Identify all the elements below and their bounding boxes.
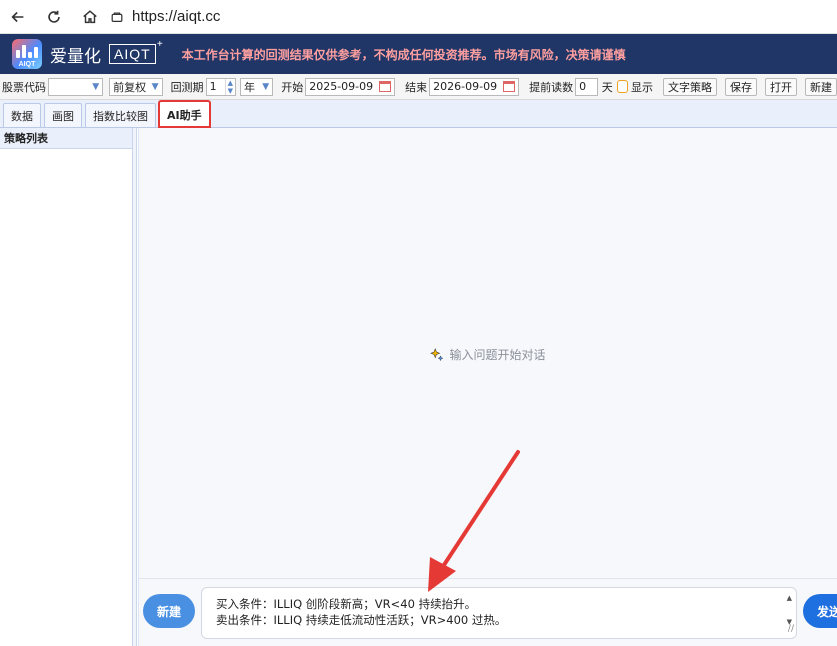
back-arrow-icon	[11, 11, 24, 22]
show-label: 显示	[631, 80, 653, 94]
empty-chat-hint: 输入问题开始对话	[139, 346, 837, 363]
adjust-select[interactable]: 前复权 ▼	[109, 77, 163, 96]
save-button[interactable]: 保存	[725, 77, 757, 96]
lookahead-label: 提前读数	[529, 80, 574, 94]
backtest-period-value: 1	[209, 80, 217, 93]
tab-chart[interactable]: 画图	[44, 103, 82, 127]
stock-code-select[interactable]: ▼	[48, 77, 104, 96]
url-text[interactable]: https://aiqt.cc	[132, 8, 220, 25]
start-date-label: 开始	[281, 80, 304, 94]
browser-toolbar: https://aiqt.cc	[0, 0, 837, 34]
tab-bar: 数据 画图 指数比较图 AI助手	[0, 100, 837, 128]
period-unit-value: 年	[243, 80, 255, 94]
strategy-list-title: 策略列表	[0, 128, 132, 149]
calendar-icon[interactable]	[379, 81, 392, 92]
reload-icon	[48, 10, 60, 23]
message-line-buy: 买入条件：ILLIQ 创阶段新高；VR<40 持续抬升。	[216, 597, 477, 611]
send-button[interactable]: 发送	[803, 594, 837, 628]
disclaimer-text: 本工作台计算的回测结果仅供参考，不构成任何投资推荐。市场有风险，决策请谨慎	[181, 47, 626, 62]
calendar-icon[interactable]	[503, 81, 516, 92]
ai-chat-panel: 输入问题开始对话 新建 买入条件：ILLIQ 创阶段新高；VR<40 持续抬升。…	[138, 128, 837, 646]
end-date-value: 2026-09-09	[433, 80, 498, 93]
app-logo: AIQT	[12, 39, 42, 69]
sparkle-icon	[430, 347, 444, 361]
end-date-field[interactable]: 2026-09-09	[429, 77, 520, 96]
tab-data[interactable]: 数据	[3, 103, 41, 127]
strategy-toolbar: 股票代码 ▼ 前复权 ▼ 回测期 1 ▲ ▼ 年 ▼ 开始 2025-09-09 …	[0, 74, 837, 100]
chevron-down-icon: ▼	[262, 81, 270, 92]
tab-ai-assistant[interactable]: AI助手	[158, 100, 211, 128]
new-chat-button[interactable]: 新建	[143, 594, 195, 628]
logo-text: AIQT	[18, 61, 36, 68]
strategy-list-panel: 策略列表	[0, 128, 133, 646]
period-unit-select[interactable]: 年 ▼	[239, 77, 274, 96]
lookahead-value: 0	[579, 80, 587, 93]
panel-splitter[interactable]	[133, 128, 137, 646]
start-date-value: 2025-09-09	[309, 80, 374, 93]
brand-name: 爱量化	[50, 46, 101, 67]
lookahead-input[interactable]: 0	[575, 77, 598, 96]
resize-grip-icon[interactable]: ∕∕	[788, 621, 794, 637]
stepper-arrows-icon[interactable]: ▲ ▼	[224, 78, 235, 95]
chevron-down-icon: ▼	[151, 81, 159, 92]
backtest-label: 回测期	[170, 80, 204, 94]
app-header: AIQT 爱量化 AIQT 本工作台计算的回测结果仅供参考，不构成任何投资推荐。…	[0, 34, 837, 74]
reload-button[interactable]	[36, 0, 72, 34]
empty-chat-hint-text: 输入问题开始对话	[449, 348, 546, 362]
start-date-field[interactable]: 2025-09-09	[305, 77, 396, 96]
new-strategy-button[interactable]: 新建	[805, 77, 837, 96]
site-info-icon[interactable]	[110, 10, 124, 24]
end-date-label: 结束	[405, 80, 428, 94]
chat-composer: 新建 买入条件：ILLIQ 创阶段新高；VR<40 持续抬升。 卖出条件：ILL…	[139, 578, 837, 646]
address-bar[interactable]: https://aiqt.cc	[110, 8, 220, 25]
text-strategy-button[interactable]: 文字策略	[663, 77, 717, 96]
home-button[interactable]	[72, 0, 108, 34]
chevron-down-icon: ▼	[92, 81, 100, 92]
lookahead-unit: 天	[601, 80, 613, 94]
open-button[interactable]: 打开	[765, 77, 797, 96]
message-line-sell: 卖出条件：ILLIQ 持续走低流动性活跃；VR>400 过热。	[216, 613, 507, 627]
back-button[interactable]	[0, 0, 36, 34]
tab-index-compare[interactable]: 指数比较图	[85, 103, 156, 127]
adjust-value: 前复权	[113, 80, 147, 94]
home-icon	[83, 9, 97, 23]
backtest-period-stepper[interactable]: 1 ▲ ▼	[205, 77, 236, 96]
message-input[interactable]: 买入条件：ILLIQ 创阶段新高；VR<40 持续抬升。 卖出条件：ILLIQ …	[201, 587, 797, 639]
stock-code-label: 股票代码	[2, 80, 46, 94]
show-checkbox[interactable]	[616, 80, 628, 93]
brand-badge: AIQT	[109, 36, 163, 64]
